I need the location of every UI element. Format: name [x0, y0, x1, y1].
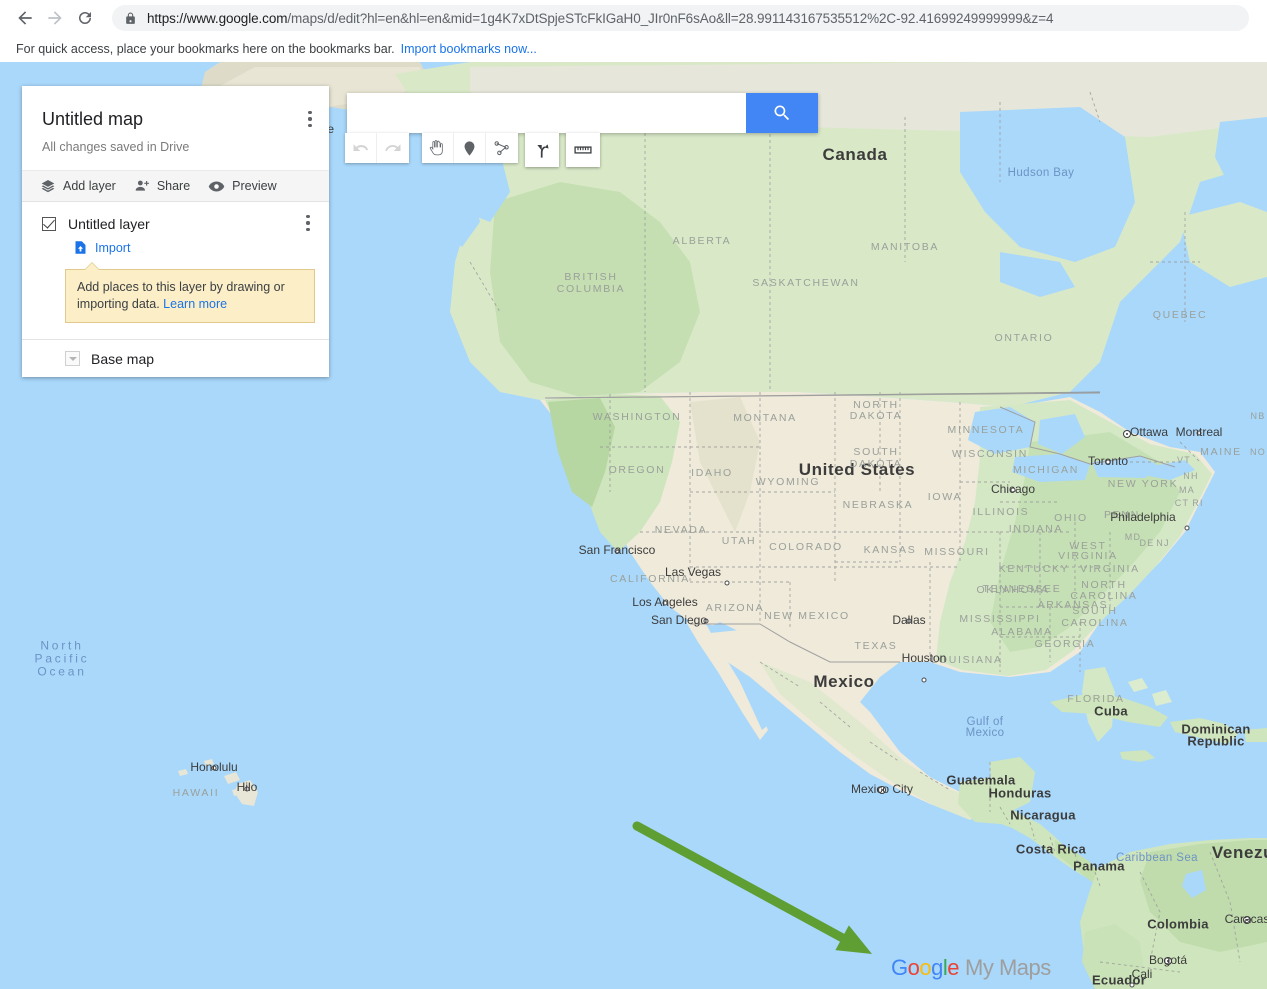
- back-button[interactable]: [10, 3, 40, 33]
- browser-nav-bar: https://www.google.com/maps/d/edit?hl=en…: [0, 0, 1267, 36]
- map-save-status: All changes saved in Drive: [42, 140, 190, 154]
- map-editor-panel: Untitled map All changes saved in Drive …: [22, 86, 329, 377]
- hand-icon: [429, 139, 443, 155]
- tool-group-draw: [422, 133, 518, 163]
- layer-section: Untitled layer Import Add places to this…: [22, 202, 329, 323]
- directions-icon: [536, 143, 549, 158]
- tool-group-history: [345, 133, 409, 163]
- search-icon: [774, 105, 790, 121]
- file-upload-icon: [75, 241, 86, 254]
- layer-name[interactable]: Untitled layer: [68, 216, 150, 232]
- undo-button[interactable]: [345, 133, 377, 163]
- bookmarks-hint: For quick access, place your bookmarks h…: [16, 42, 395, 56]
- layers-icon: [41, 180, 55, 193]
- kebab-dot: [306, 221, 310, 225]
- layer-row: Untitled layer: [22, 214, 329, 232]
- measure-tool[interactable]: [566, 133, 600, 167]
- base-map-label: Base map: [91, 350, 155, 367]
- map-toolbar[interactable]: [345, 133, 600, 167]
- browser-chrome: https://www.google.com/maps/d/edit?hl=en…: [0, 0, 1267, 62]
- redo-icon: [385, 144, 401, 152]
- undo-icon: [353, 144, 368, 151]
- lock-icon: [126, 12, 135, 24]
- add-marker-tool[interactable]: [454, 133, 486, 163]
- share-button[interactable]: Share: [134, 178, 190, 194]
- bookmarks-bar: For quick access, place your bookmarks h…: [0, 36, 1267, 62]
- preview-label: Preview: [232, 179, 277, 193]
- import-label: Import: [95, 240, 131, 255]
- add-layer-button[interactable]: Add layer: [40, 178, 116, 194]
- map-menu-button[interactable]: [301, 108, 319, 130]
- url-host: https://www.google.com: [147, 10, 288, 26]
- kebab-dot: [306, 214, 310, 219]
- search-button[interactable]: [746, 93, 818, 133]
- learn-more-link[interactable]: Learn more: [163, 297, 227, 311]
- map-pin-icon: [464, 140, 475, 156]
- panel-header: Untitled map All changes saved in Drive: [22, 86, 329, 170]
- import-button[interactable]: Import: [22, 232, 329, 255]
- directions-tool[interactable]: [525, 133, 559, 167]
- polyline-icon: [494, 141, 509, 156]
- layer-menu-button[interactable]: [299, 212, 317, 234]
- arrow-right-icon: [48, 11, 62, 25]
- tool-group-measure: [566, 133, 600, 167]
- arrow-left-icon: [18, 11, 32, 25]
- tool-group-directions: [525, 133, 559, 167]
- forward-button[interactable]: [40, 3, 70, 33]
- kebab-dot: [306, 227, 310, 232]
- ruler-icon: [574, 146, 592, 154]
- person-add-icon: [135, 180, 149, 191]
- pan-tool[interactable]: [422, 133, 454, 163]
- map-search-bar[interactable]: [347, 93, 818, 133]
- map-viewport[interactable]: Canada United States Mexico Cuba Guatemala Ho…: [0, 62, 1267, 989]
- layer-visibility-checkbox[interactable]: [42, 217, 56, 231]
- address-bar[interactable]: https://www.google.com/maps/d/edit?hl=en…: [112, 5, 1249, 31]
- reload-icon: [79, 11, 91, 24]
- url-text: https://www.google.com/maps/d/edit?hl=en…: [147, 10, 1054, 26]
- base-map-row[interactable]: Base map: [22, 339, 329, 377]
- reload-button[interactable]: [70, 3, 100, 33]
- chevron-down-icon[interactable]: [65, 351, 80, 366]
- panel-actions: Add layer Share Preview: [22, 170, 329, 202]
- url-path: /maps/d/edit?hl=en&hl=en&mid=1g4K7xDtSpj…: [287, 10, 1054, 26]
- kebab-dot: [308, 117, 312, 121]
- draw-line-tool[interactable]: [486, 133, 518, 163]
- search-input[interactable]: [347, 93, 746, 133]
- kebab-dot: [308, 123, 312, 128]
- eye-icon: [208, 181, 225, 191]
- map-title[interactable]: Untitled map: [42, 108, 309, 130]
- kebab-dot: [308, 110, 312, 115]
- import-bookmarks-link[interactable]: Import bookmarks now...: [401, 42, 537, 56]
- preview-button[interactable]: Preview: [208, 178, 277, 195]
- share-label: Share: [156, 179, 191, 193]
- layer-hint-tooltip: Add places to this layer by drawing or i…: [65, 262, 315, 323]
- redo-button[interactable]: [377, 133, 409, 163]
- add-layer-label: Add layer: [63, 179, 116, 193]
